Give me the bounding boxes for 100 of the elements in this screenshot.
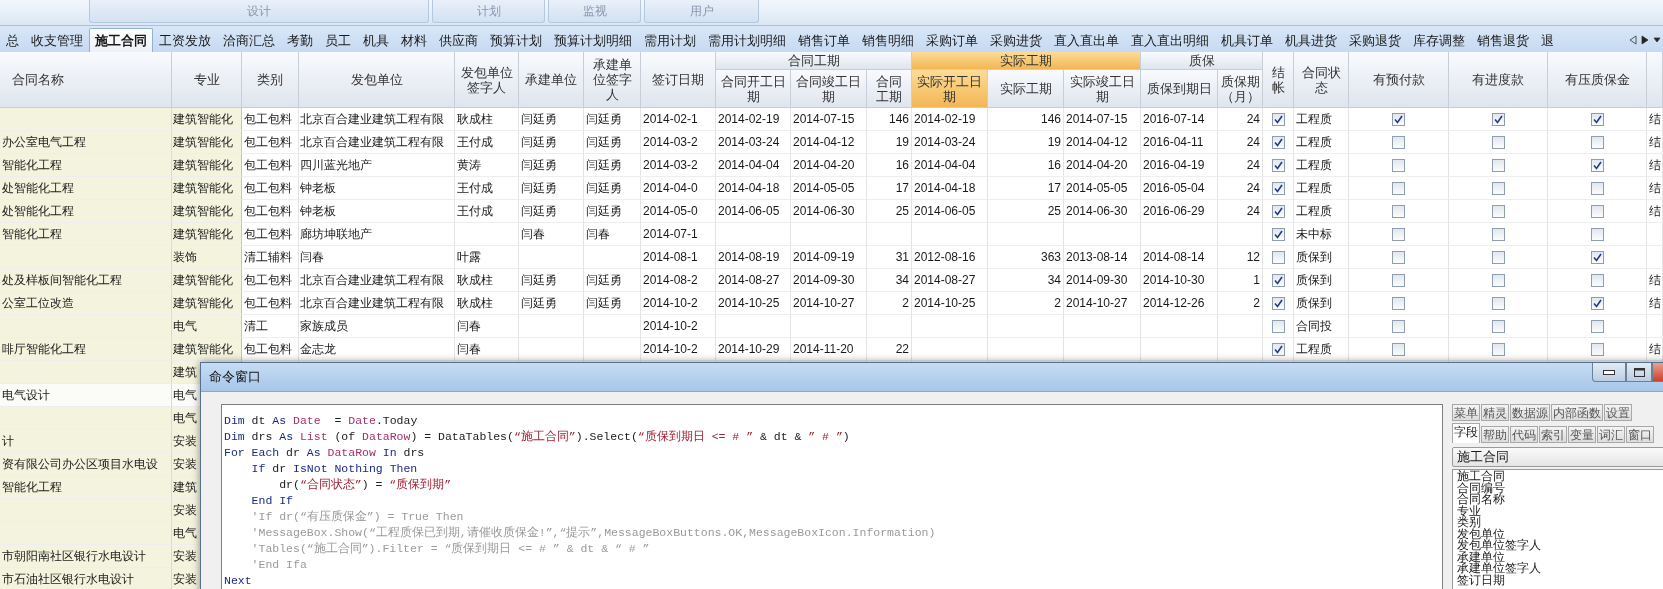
- checkbox[interactable]: [1271, 204, 1285, 218]
- checkbox[interactable]: [1271, 181, 1285, 195]
- checkbox[interactable]: [1491, 250, 1505, 264]
- checkbox[interactable]: [1271, 112, 1285, 126]
- tab[interactable]: 预算计划明细: [548, 28, 638, 52]
- panel-tab[interactable]: 窗口: [1626, 426, 1654, 443]
- tab[interactable]: 材料: [395, 28, 433, 52]
- tab[interactable]: 机具: [357, 28, 395, 52]
- column-header[interactable]: 发包单位: [299, 52, 455, 108]
- panel-tab[interactable]: 索引: [1539, 426, 1567, 443]
- column-header[interactable]: 有进度款: [1449, 52, 1548, 108]
- checkbox[interactable]: [1491, 112, 1505, 126]
- tab[interactable]: 库存调整: [1407, 28, 1471, 52]
- column-header[interactable]: 实际开工日期: [912, 70, 988, 108]
- checkbox[interactable]: [1392, 204, 1405, 218]
- checkbox[interactable]: [1271, 250, 1285, 264]
- panel-tab[interactable]: 设置: [1604, 404, 1632, 421]
- checkbox[interactable]: [1491, 296, 1505, 310]
- panel-tab[interactable]: 字段: [1452, 423, 1480, 443]
- checkbox[interactable]: [1590, 112, 1604, 126]
- tab[interactable]: 销售明细: [856, 28, 920, 52]
- column-header[interactable]: 有压质保金: [1548, 52, 1647, 108]
- field-list-item[interactable]: 合同名称: [1457, 494, 1663, 506]
- tab[interactable]: 需用计划: [638, 28, 702, 52]
- checkbox[interactable]: [1590, 250, 1604, 264]
- panel-tab[interactable]: 内部函数: [1551, 404, 1603, 421]
- checkbox[interactable]: [1590, 204, 1604, 218]
- panel-tab[interactable]: 代码: [1510, 426, 1538, 443]
- field-list-item[interactable]: 施工合同: [1457, 471, 1663, 483]
- column-header[interactable]: 实际工期: [988, 70, 1064, 108]
- code-editor[interactable]: [221, 404, 1443, 589]
- checkbox[interactable]: [1392, 250, 1405, 264]
- field-list-item[interactable]: 承建单位签字人: [1457, 563, 1663, 575]
- tab[interactable]: 总: [0, 28, 25, 52]
- panel-tab[interactable]: 数据源: [1510, 404, 1550, 421]
- checkbox[interactable]: [1590, 296, 1604, 310]
- checkbox[interactable]: [1271, 135, 1285, 149]
- column-header[interactable]: 实际竣工日期: [1064, 70, 1141, 108]
- column-header[interactable]: 签订日期: [641, 52, 716, 108]
- checkbox[interactable]: [1392, 135, 1405, 149]
- panel-tab[interactable]: 词汇: [1597, 426, 1625, 443]
- column-header[interactable]: 质保期（月）: [1218, 70, 1263, 108]
- dropdown-icon[interactable]: [1653, 35, 1661, 45]
- column-header[interactable]: 有预付款: [1349, 52, 1449, 108]
- checkbox[interactable]: [1590, 227, 1604, 241]
- checkbox[interactable]: [1392, 112, 1405, 126]
- column-header[interactable]: 合同竣工日期: [791, 70, 867, 108]
- checkbox[interactable]: [1590, 135, 1604, 149]
- column-header[interactable]: 合同工期: [867, 70, 912, 108]
- tab[interactable]: 直入直出明细: [1125, 28, 1215, 52]
- checkbox[interactable]: [1590, 158, 1604, 172]
- scroll-left-icon[interactable]: [1629, 35, 1637, 45]
- panel-tab[interactable]: 帮助: [1481, 426, 1509, 443]
- checkbox[interactable]: [1271, 273, 1285, 287]
- tab[interactable]: 工资发放: [153, 28, 217, 52]
- tab[interactable]: 采购订单: [920, 28, 984, 52]
- checkbox[interactable]: [1491, 227, 1505, 241]
- checkbox[interactable]: [1590, 342, 1604, 356]
- field-list-item[interactable]: 合同编号: [1457, 482, 1663, 494]
- checkbox[interactable]: [1392, 227, 1405, 241]
- checkbox[interactable]: [1590, 319, 1604, 333]
- panel-tab[interactable]: 变量: [1568, 426, 1596, 443]
- field-list-item[interactable]: 承建单位: [1457, 551, 1663, 563]
- checkbox[interactable]: [1392, 158, 1405, 172]
- tab[interactable]: 机具订单: [1215, 28, 1279, 52]
- checkbox[interactable]: [1392, 319, 1405, 333]
- checkbox[interactable]: [1392, 296, 1405, 310]
- field-list-item[interactable]: 类别: [1457, 517, 1663, 529]
- checkbox[interactable]: [1491, 273, 1505, 287]
- checkbox[interactable]: [1392, 181, 1405, 195]
- column-header[interactable]: 类别: [242, 52, 299, 108]
- panel-tab[interactable]: 精灵: [1481, 404, 1509, 421]
- tab[interactable]: 考勤: [281, 28, 319, 52]
- checkbox[interactable]: [1271, 342, 1285, 356]
- tab[interactable]: 机具进货: [1279, 28, 1343, 52]
- checkbox[interactable]: [1271, 158, 1285, 172]
- checkbox[interactable]: [1491, 181, 1505, 195]
- tab[interactable]: 采购退货: [1343, 28, 1407, 52]
- field-list-item[interactable]: 发包单位: [1457, 528, 1663, 540]
- tab[interactable]: 退: [1535, 28, 1560, 52]
- scroll-right-icon[interactable]: [1641, 35, 1649, 45]
- tab[interactable]: 收支管理: [25, 28, 89, 52]
- checkbox[interactable]: [1491, 135, 1505, 149]
- checkbox[interactable]: [1392, 342, 1405, 356]
- tab[interactable]: 销售订单: [792, 28, 856, 52]
- column-header[interactable]: 承建单位签字人: [584, 52, 641, 108]
- checkbox[interactable]: [1491, 158, 1505, 172]
- panel-tab[interactable]: 菜单: [1452, 404, 1480, 421]
- column-header[interactable]: 合同状态: [1294, 52, 1349, 108]
- column-header[interactable]: [1647, 52, 1663, 108]
- checkbox[interactable]: [1491, 342, 1505, 356]
- minimize-button[interactable]: [1592, 363, 1626, 382]
- field-list-item[interactable]: 专业: [1457, 505, 1663, 517]
- checkbox[interactable]: [1271, 296, 1285, 310]
- tab[interactable]: 预算计划: [484, 28, 548, 52]
- tab[interactable]: 供应商: [433, 28, 484, 52]
- column-header[interactable]: 合同开工日期: [716, 70, 791, 108]
- checkbox[interactable]: [1590, 273, 1604, 287]
- checkbox[interactable]: [1392, 273, 1405, 287]
- checkbox[interactable]: [1271, 227, 1285, 241]
